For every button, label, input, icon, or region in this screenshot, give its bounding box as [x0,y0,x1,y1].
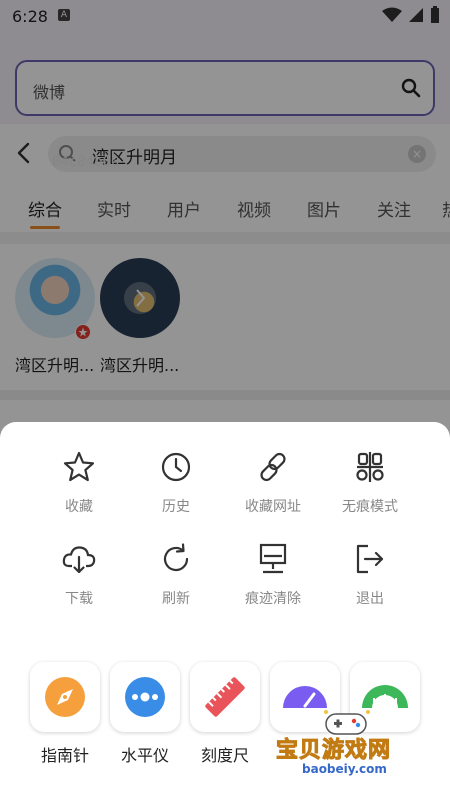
cloud-download-icon [62,546,96,574]
watermark-url: baobeiy.com [298,762,391,776]
incognito-icon [356,452,384,482]
menu-label: 退出 [356,591,384,607]
tool-label: 刻度尺 [200,746,249,765]
menu-item-favorites[interactable]: 收藏 [29,450,129,516]
link-icon [260,452,286,482]
menu-item-history[interactable]: 历史 [126,450,226,516]
clock-icon [161,452,191,482]
menu-label: 历史 [162,499,190,515]
menu-label: 下载 [65,591,93,607]
menu-label: 痕迹清除 [245,591,301,607]
menu-label: 收藏网址 [245,499,301,515]
level-icon [125,677,165,717]
star-icon [63,451,95,482]
menu-item-clear-traces[interactable]: 痕迹清除 [223,542,323,608]
menu-label: 无痕模式 [342,499,398,515]
tool-label: 指南针 [40,746,89,765]
menu-item-incognito[interactable]: 无痕模式 [320,450,420,516]
tool-level[interactable]: 水平仪 [110,662,180,766]
tool-compass[interactable]: 指南针 [30,662,100,766]
watermark-title: 宝贝游戏网 [275,738,392,764]
tool-label: 水平仪 [120,746,169,765]
menu-label: 收藏 [65,499,93,515]
clear-trace-icon [259,543,287,574]
menu-item-exit[interactable]: 退出 [320,542,420,608]
exit-icon [356,544,384,574]
menu-item-refresh[interactable]: 刷新 [126,542,226,608]
compass-icon [45,677,85,717]
refresh-icon [163,543,189,572]
tool-ruler[interactable]: 刻度尺 [190,662,260,766]
menu-item-download[interactable]: 下载 [29,542,129,608]
watermark: 宝贝游戏网 baobeiy.com [272,708,422,786]
menu-label: 刷新 [162,591,190,607]
ruler-icon [205,677,245,717]
menu-item-bookmark-url[interactable]: 收藏网址 [223,450,323,516]
